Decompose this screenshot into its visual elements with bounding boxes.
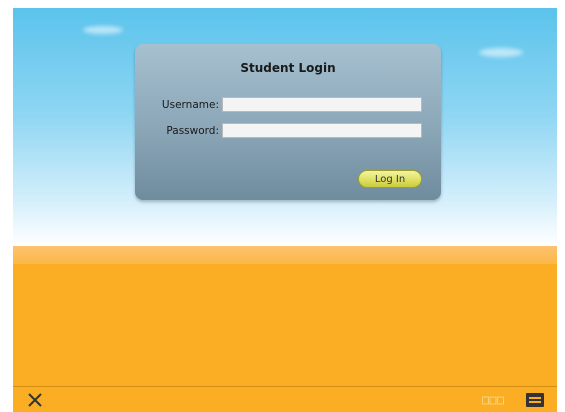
- sand-horizon: [13, 246, 557, 264]
- password-label: Password:: [166, 125, 219, 137]
- username-input[interactable]: [222, 97, 422, 112]
- bottom-toolbar: [13, 386, 557, 412]
- login-title: Student Login: [240, 61, 336, 75]
- panel-view-icon[interactable]: [526, 393, 544, 407]
- grid-view-icon[interactable]: [482, 396, 504, 405]
- login-panel: Student Login Username: Password: Log In: [135, 44, 441, 200]
- cloud: [83, 26, 123, 34]
- cloud: [479, 48, 523, 57]
- close-icon[interactable]: [27, 392, 43, 408]
- app-frame: Student Login Username: Password: Log In: [13, 8, 557, 412]
- username-label: Username:: [161, 99, 219, 111]
- password-input[interactable]: [222, 123, 422, 138]
- login-button[interactable]: Log In: [358, 170, 422, 188]
- sand-background: [13, 264, 557, 386]
